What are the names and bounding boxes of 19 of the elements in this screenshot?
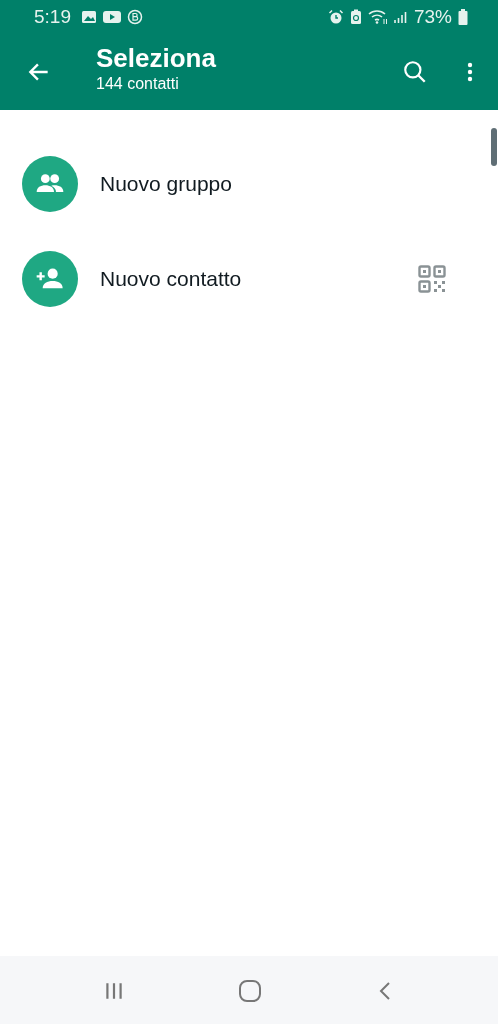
battery-icon [458, 9, 468, 25]
status-time: 5:19 [34, 6, 71, 28]
scrollbar[interactable] [491, 128, 497, 166]
wifi-icon [367, 9, 388, 25]
play-icon [103, 10, 121, 24]
action-item[interactable]: Nuovo contatto [0, 231, 498, 326]
action-label: Nuovo contatto [100, 266, 243, 291]
business-icon [127, 9, 143, 25]
battery-saver-icon [349, 9, 362, 25]
battery-percentage: 73% [413, 6, 452, 28]
image-icon [81, 9, 97, 25]
qr-code-button[interactable] [418, 264, 446, 293]
contact-count: 144 contatti [96, 74, 180, 94]
alarm-icon [327, 9, 344, 25]
screen-title: Seleziona [96, 42, 217, 74]
signal-icon [393, 10, 408, 24]
search-icon[interactable] [402, 59, 428, 85]
action-label: Nuovo gruppo [100, 171, 233, 196]
action-item[interactable]: Nuovo gruppo [0, 136, 498, 231]
